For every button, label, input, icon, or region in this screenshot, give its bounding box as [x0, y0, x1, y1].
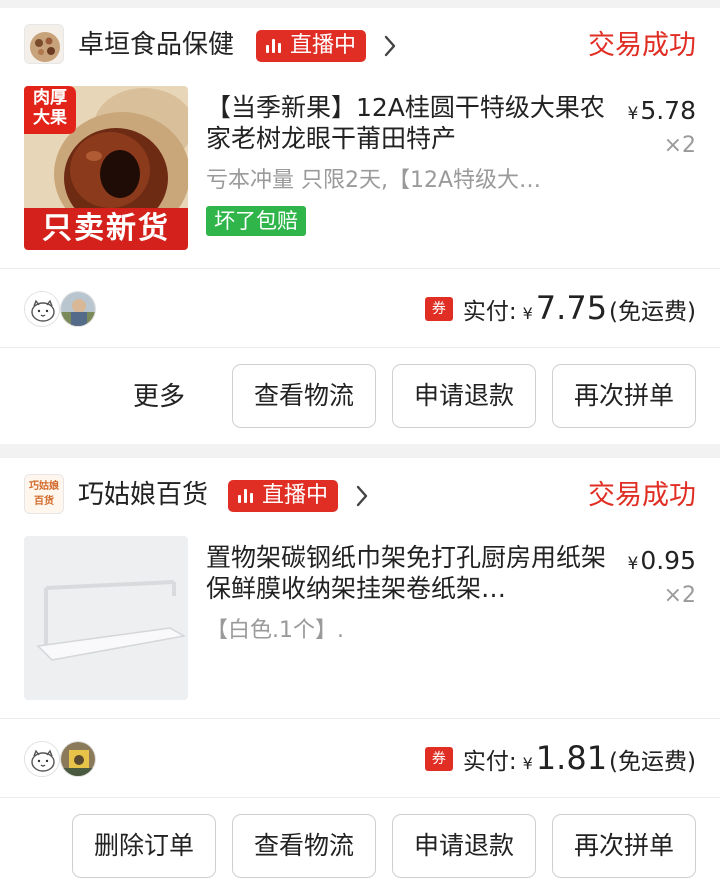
- store-header: 巧姑娘 百货 巧姑娘百货 直播中 交易成功: [0, 458, 720, 530]
- currency-symbol: ¥: [627, 554, 639, 574]
- shipping-note: (免运费): [609, 299, 696, 325]
- live-bars-icon: [266, 39, 282, 53]
- paid-label: 实付:: [462, 749, 517, 775]
- currency-symbol: ¥: [522, 754, 533, 773]
- live-bars-icon: [238, 489, 254, 503]
- shipping-note: (免运费): [609, 749, 696, 775]
- delete-order-button[interactable]: 删除订单: [72, 814, 216, 878]
- coupon-icon: 券: [424, 747, 453, 771]
- order-actions: 删除订单 查看物流 申请退款 再次拼单: [0, 798, 720, 894]
- avatar: [60, 741, 96, 777]
- unit-price: ¥0.95: [628, 546, 697, 579]
- thumb-badge-label: 肉厚 大果: [33, 88, 67, 128]
- live-badge-label: 直播中: [290, 33, 357, 58]
- store-logo[interactable]: 巧姑娘 百货: [24, 474, 64, 514]
- store-logo[interactable]: [24, 24, 64, 64]
- track-shipment-button[interactable]: 查看物流: [232, 364, 376, 428]
- chevron-right-icon[interactable]: [378, 34, 402, 58]
- store-name[interactable]: 卓垣食品保健: [78, 30, 234, 60]
- order-actions: 更多 查看物流 申请退款 再次拼单: [0, 348, 720, 444]
- live-badge[interactable]: 直播中: [228, 480, 339, 512]
- product-image[interactable]: [24, 536, 188, 700]
- product-image[interactable]: 肉厚 大果 只卖新货: [24, 86, 188, 250]
- order-card: 巧姑娘 百货 巧姑娘百货 直播中 交易成功 置物架碳钢纸巾架免打孔厨房用纸架保鲜…: [0, 458, 720, 894]
- live-badge-label: 直播中: [262, 483, 329, 508]
- unit-price-value: 0.95: [640, 546, 696, 575]
- unit-price: ¥5.78: [628, 96, 697, 129]
- reorder-button[interactable]: 再次拼单: [552, 814, 696, 878]
- more-button[interactable]: 更多: [133, 381, 185, 413]
- request-refund-button[interactable]: 申请退款: [392, 814, 536, 878]
- paid-summary: 券 实付: ¥ 7.75 (免运费): [424, 289, 696, 329]
- product-spec: 亏本冲量 只限2天,【12A特级大…: [206, 168, 542, 193]
- paid-amount: 7.75: [535, 289, 608, 327]
- quantity: ×2: [663, 133, 696, 158]
- store-name[interactable]: 巧姑娘百货: [78, 480, 208, 510]
- quantity: ×2: [663, 583, 696, 608]
- request-refund-button[interactable]: 申请退款: [392, 364, 536, 428]
- avatar: [24, 741, 60, 777]
- paid-row: 券 实付: ¥ 7.75 (免运费): [0, 269, 720, 347]
- chevron-right-icon[interactable]: [350, 484, 374, 508]
- order-card: 卓垣食品保健 直播中 交易成功 肉厚 大果 只卖新货 【当季新果】12A桂圆干特…: [0, 8, 720, 444]
- paid-summary: 券 实付: ¥ 1.81 (免运费): [424, 739, 696, 779]
- order-status: 交易成功: [588, 480, 696, 511]
- avatar: [60, 291, 96, 327]
- store-header: 卓垣食品保健 直播中 交易成功: [0, 8, 720, 80]
- product-row[interactable]: 肉厚 大果 只卖新货 【当季新果】12A桂圆干特级大果农家老树龙眼干莆田特产 亏…: [0, 80, 720, 268]
- order-status: 交易成功: [588, 30, 696, 61]
- live-badge[interactable]: 直播中: [256, 30, 367, 62]
- avatar: [24, 291, 60, 327]
- unit-price-value: 5.78: [640, 96, 696, 125]
- reorder-button[interactable]: 再次拼单: [552, 364, 696, 428]
- currency-symbol: ¥: [522, 304, 533, 323]
- currency-symbol: ¥: [627, 104, 639, 124]
- paid-row: 券 实付: ¥ 1.81 (免运费): [0, 719, 720, 797]
- coupon-icon: 券: [424, 297, 453, 321]
- product-title[interactable]: 置物架碳钢纸巾架免打孔厨房用纸架保鲜膜收纳架挂架卷纸架…: [206, 542, 606, 604]
- store-logo-text: 巧姑娘 百货: [29, 481, 59, 507]
- guarantee-tag: 坏了包赔: [206, 206, 306, 236]
- thumb-banner-label: 只卖新货: [42, 211, 170, 246]
- product-spec: 【白色.1个】.: [206, 618, 344, 643]
- paid-label: 实付:: [462, 299, 517, 325]
- product-title[interactable]: 【当季新果】12A桂圆干特级大果农家老树龙眼干莆田特产: [206, 92, 606, 154]
- product-row[interactable]: 置物架碳钢纸巾架免打孔厨房用纸架保鲜膜收纳架挂架卷纸架… 【白色.1个】. ¥0…: [0, 530, 720, 718]
- track-shipment-button[interactable]: 查看物流: [232, 814, 376, 878]
- paid-amount: 1.81: [535, 739, 608, 777]
